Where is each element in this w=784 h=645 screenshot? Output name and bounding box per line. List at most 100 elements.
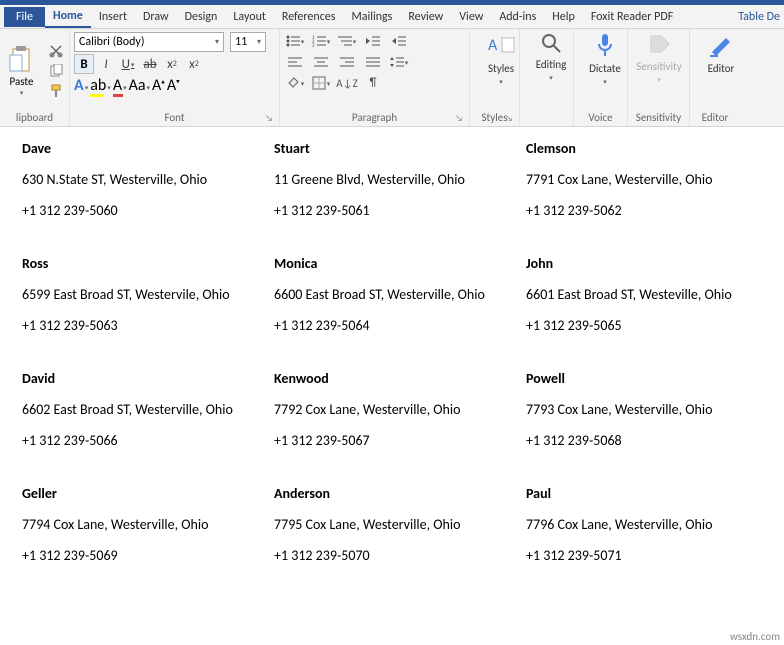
sensitivity-btn-label: Sensitivity	[636, 60, 681, 73]
text-effects-button[interactable]: A	[74, 76, 88, 95]
group-editing: Editing ▾	[520, 29, 574, 126]
label-cell[interactable]: Anderson7795 Cox Lane, Westerville, Ohio…	[274, 485, 510, 564]
bullets-button[interactable]	[284, 32, 306, 50]
font-launcher-icon[interactable]: ↘	[265, 113, 273, 124]
dictate-button[interactable]: Dictate ▾	[578, 32, 632, 86]
increase-indent-button[interactable]	[388, 32, 410, 50]
tab-view[interactable]: View	[451, 7, 491, 27]
editor-button[interactable]: Editor	[694, 32, 748, 75]
grow-font-button[interactable]: A▴	[152, 76, 165, 95]
decrease-indent-button[interactable]	[362, 32, 384, 50]
borders-button[interactable]	[310, 74, 332, 92]
label-name: Dave	[22, 140, 258, 157]
label-cell[interactable]: Clemson7791 Cox Lane, Westerville, Ohio+…	[526, 140, 762, 219]
tab-table-design[interactable]: Table De	[730, 7, 784, 27]
change-case-button[interactable]: Aa	[129, 76, 150, 95]
tab-foxit[interactable]: Foxit Reader PDF	[583, 7, 681, 27]
label-address: 630 N.State ST, Westerville, Ohio	[22, 171, 258, 188]
document-area[interactable]: Dave 630 N.State ST, Westerville, Ohio +1 …	[0, 128, 784, 645]
tab-layout[interactable]: Layout	[225, 7, 274, 27]
tag-icon	[647, 32, 671, 56]
label-name: Geller	[22, 485, 258, 502]
numbering-button[interactable]: 123	[310, 32, 332, 50]
label-cell[interactable]: Paul7796 Cox Lane, Westerville, Ohio+1 3…	[526, 485, 762, 564]
label-address: 7794 Cox Lane, Westerville, Ohio	[22, 516, 258, 533]
label-cell[interactable]: Ross6599 East Broad ST, Westervile, Ohio…	[22, 255, 258, 334]
label-cell[interactable]: Powell7793 Cox Lane, Westerville, Ohio+1…	[526, 370, 762, 449]
multilevel-button[interactable]	[336, 32, 358, 50]
line-spacing-button[interactable]	[388, 53, 410, 71]
label-phone: +1 312 239-5071	[526, 547, 762, 564]
editing-btn-label: Editing	[536, 58, 567, 71]
justify-button[interactable]	[362, 53, 384, 71]
show-marks-button[interactable]: ¶	[362, 74, 384, 92]
italic-button[interactable]: I	[96, 54, 116, 74]
tab-draw[interactable]: Draw	[135, 7, 177, 27]
tab-home[interactable]: Home	[45, 6, 91, 28]
label-address: 6601 East Broad ST, Westeville, Ohio	[526, 286, 762, 303]
align-left-button[interactable]	[284, 53, 306, 71]
tab-references[interactable]: References	[274, 7, 344, 27]
tab-insert[interactable]: Insert	[91, 7, 135, 27]
label-cell[interactable]: Dave630 N.State ST, Westerville, Ohio+1 …	[22, 140, 258, 219]
group-styles: A Styles ▾ Styles↘	[470, 29, 520, 126]
bullets-icon	[286, 35, 300, 47]
editing-button[interactable]: Editing ▾	[524, 32, 578, 82]
tab-help[interactable]: Help	[544, 7, 583, 27]
numbering-icon: 123	[312, 35, 326, 47]
align-right-button[interactable]	[336, 53, 358, 71]
editor-pen-icon	[708, 32, 734, 58]
label-name: Kenwood	[274, 370, 510, 387]
paragraph-launcher-icon[interactable]: ↘	[455, 113, 463, 124]
shading-button[interactable]	[284, 74, 306, 92]
tab-design[interactable]: Design	[177, 7, 226, 27]
group-editor: Editor Editor	[690, 29, 740, 126]
label-cell[interactable]: Kenwood7792 Cox Lane, Westerville, Ohio+…	[274, 370, 510, 449]
align-center-button[interactable]	[310, 53, 332, 71]
paste-label: Paste	[10, 75, 34, 88]
sensitivity-label: Sensitivity	[632, 109, 685, 126]
format-painter-button[interactable]	[47, 82, 65, 100]
styles-btn-label: Styles	[488, 62, 514, 75]
dictate-btn-label: Dictate	[589, 62, 621, 75]
strikethrough-button[interactable]: ab	[140, 54, 160, 74]
shrink-font-button[interactable]: A▾	[167, 76, 180, 95]
paragraph-label: Paragraph↘	[284, 109, 465, 126]
styles-launcher-icon[interactable]: ↘	[505, 113, 513, 124]
tab-file[interactable]: File	[4, 7, 45, 27]
tab-mailings[interactable]: Mailings	[343, 7, 400, 27]
group-voice: Dictate ▾ Voice	[574, 29, 628, 126]
watermark: wsxdn.com	[730, 630, 780, 643]
clipboard-paste-icon	[9, 45, 35, 75]
line-spacing-icon	[390, 56, 404, 68]
underline-button[interactable]: U	[118, 54, 138, 74]
align-center-icon	[314, 56, 328, 68]
copy-button[interactable]	[47, 62, 65, 80]
ribbon-tabs: File Home Insert Draw Design Layout Refe…	[0, 5, 784, 29]
cut-button[interactable]	[47, 42, 65, 60]
label-name: Anderson	[274, 485, 510, 502]
bold-button[interactable]: B	[74, 54, 94, 74]
font-color-button[interactable]: A	[113, 76, 127, 95]
label-name: David	[22, 370, 258, 387]
label-cell[interactable]: David6602 East Broad ST, Westerville, Oh…	[22, 370, 258, 449]
highlight-button[interactable]: ab	[90, 76, 111, 95]
label-phone: +1 312 239-5063	[22, 317, 258, 334]
label-cell[interactable]: Monica6600 East Broad ST, Westerville, O…	[274, 255, 510, 334]
font-size-combo[interactable]: 11▾	[230, 32, 266, 52]
tab-addins[interactable]: Add-ins	[491, 7, 544, 27]
label-phone: +1 312 239-5061	[274, 202, 510, 219]
svg-text:A: A	[488, 36, 498, 55]
label-cell[interactable]: Stuart11 Greene Blvd, Westerville, Ohio+…	[274, 140, 510, 219]
label-cell[interactable]: John6601 East Broad ST, Westeville, Ohio…	[526, 255, 762, 334]
label-address: 7796 Cox Lane, Westerville, Ohio	[526, 516, 762, 533]
label-address: 7793 Cox Lane, Westerville, Ohio	[526, 401, 762, 418]
tab-review[interactable]: Review	[400, 7, 451, 27]
paste-button[interactable]: Paste ▾	[4, 45, 39, 97]
label-cell[interactable]: Geller7794 Cox Lane, Westerville, Ohio+1…	[22, 485, 258, 564]
superscript-button[interactable]: x2	[184, 54, 204, 74]
font-name-combo[interactable]: Calibri (Body)▾	[74, 32, 224, 52]
subscript-button[interactable]: x2	[162, 54, 182, 74]
sort-button[interactable]: A↓Z	[336, 74, 358, 92]
font-label: Font↘	[74, 109, 275, 126]
